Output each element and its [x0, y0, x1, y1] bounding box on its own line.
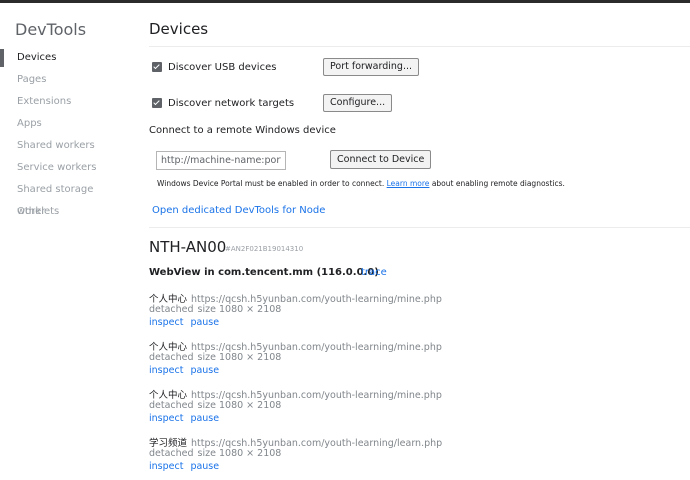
discover-usb-checkbox[interactable] — [152, 62, 162, 72]
sidebar-item-shared-workers[interactable]: Shared workers — [0, 135, 136, 157]
page-status: detached — [149, 352, 194, 363]
title-divider — [149, 46, 690, 47]
page-status: detached — [149, 448, 194, 459]
sidebar-item-service-workers[interactable]: Service workers — [0, 157, 136, 179]
sidebar-item-shared-storage-worklets[interactable]: Shared storage worklets — [0, 179, 136, 217]
page-entry: 个人中心 https://qcsh.h5yunban.com/youth-lear… — [149, 338, 549, 377]
discover-network-label: Discover network targets — [168, 97, 295, 109]
pause-link[interactable]: pause — [190, 461, 219, 472]
sidebar-item-devices[interactable]: Devices — [0, 47, 136, 69]
sidebar-item-other[interactable]: Other — [0, 201, 136, 223]
remote-device-heading: Connect to a remote Windows device — [149, 125, 336, 136]
inspect-link[interactable]: inspect — [149, 365, 183, 376]
page-entry: 学习频道 https://qcsh.h5yunban.com/youth-lear… — [149, 434, 549, 473]
network-option-row: Discover network targets — [152, 93, 294, 113]
remote-note-text: Windows Device Portal must be enabled in… — [157, 179, 385, 188]
sidebar-item-apps[interactable]: Apps — [0, 113, 136, 135]
app-title: DevTools — [15, 20, 87, 39]
page-status: detached — [149, 400, 194, 411]
sidebar: DevTools Devices Pages Extensions Apps S… — [0, 3, 136, 480]
discover-usb-label: Discover USB devices — [168, 61, 277, 73]
page-entry: 个人中心 https://qcsh.h5yunban.com/youth-lear… — [149, 386, 549, 425]
page-size: size 1080 × 2108 — [197, 304, 282, 315]
pause-link[interactable]: pause — [190, 365, 219, 376]
remote-note: Windows Device Portal must be enabled in… — [157, 179, 565, 188]
device-divider — [149, 227, 690, 228]
trace-link[interactable]: trace — [361, 267, 387, 278]
page-entry: 个人中心 https://qcsh.h5yunban.com/youth-lear… — [149, 290, 549, 329]
webview-heading: WebView in com.tencent.mm (116.0.0.0) — [149, 267, 379, 278]
sidebar-nav: Devices Pages Extensions Apps Shared wor… — [0, 47, 136, 223]
sidebar-item-pages[interactable]: Pages — [0, 69, 136, 91]
connect-to-device-button[interactable]: Connect to Device — [330, 150, 432, 169]
page-title: Devices — [149, 20, 209, 38]
page-size: size 1080 × 2108 — [197, 400, 282, 411]
inspect-link[interactable]: inspect — [149, 461, 183, 472]
inspect-link[interactable]: inspect — [149, 413, 183, 424]
port-forwarding-button[interactable]: Port forwarding... — [323, 58, 420, 76]
device-name: NTH-AN00 — [149, 238, 227, 256]
usb-option-row: Discover USB devices — [152, 57, 276, 77]
inspect-link[interactable]: inspect — [149, 317, 183, 328]
configure-button[interactable]: Configure... — [323, 94, 393, 112]
page-size: size 1080 × 2108 — [197, 352, 282, 363]
sidebar-item-extensions[interactable]: Extensions — [0, 91, 136, 113]
learn-more-link[interactable]: Learn more — [387, 179, 430, 188]
remote-address-input[interactable] — [156, 151, 286, 170]
discover-network-checkbox[interactable] — [152, 98, 162, 108]
page-status: detached — [149, 304, 194, 315]
open-node-devtools-link[interactable]: Open dedicated DevTools for Node — [152, 205, 325, 216]
pause-link[interactable]: pause — [190, 413, 219, 424]
remote-note-text-after: about enabling remote diagnostics. — [431, 179, 565, 188]
main-panel: Devices Discover USB devices Port forwar… — [136, 3, 690, 480]
device-serial: #AN2F021B19014310 — [225, 245, 304, 253]
pause-link[interactable]: pause — [190, 317, 219, 328]
page-size: size 1080 × 2108 — [197, 448, 282, 459]
